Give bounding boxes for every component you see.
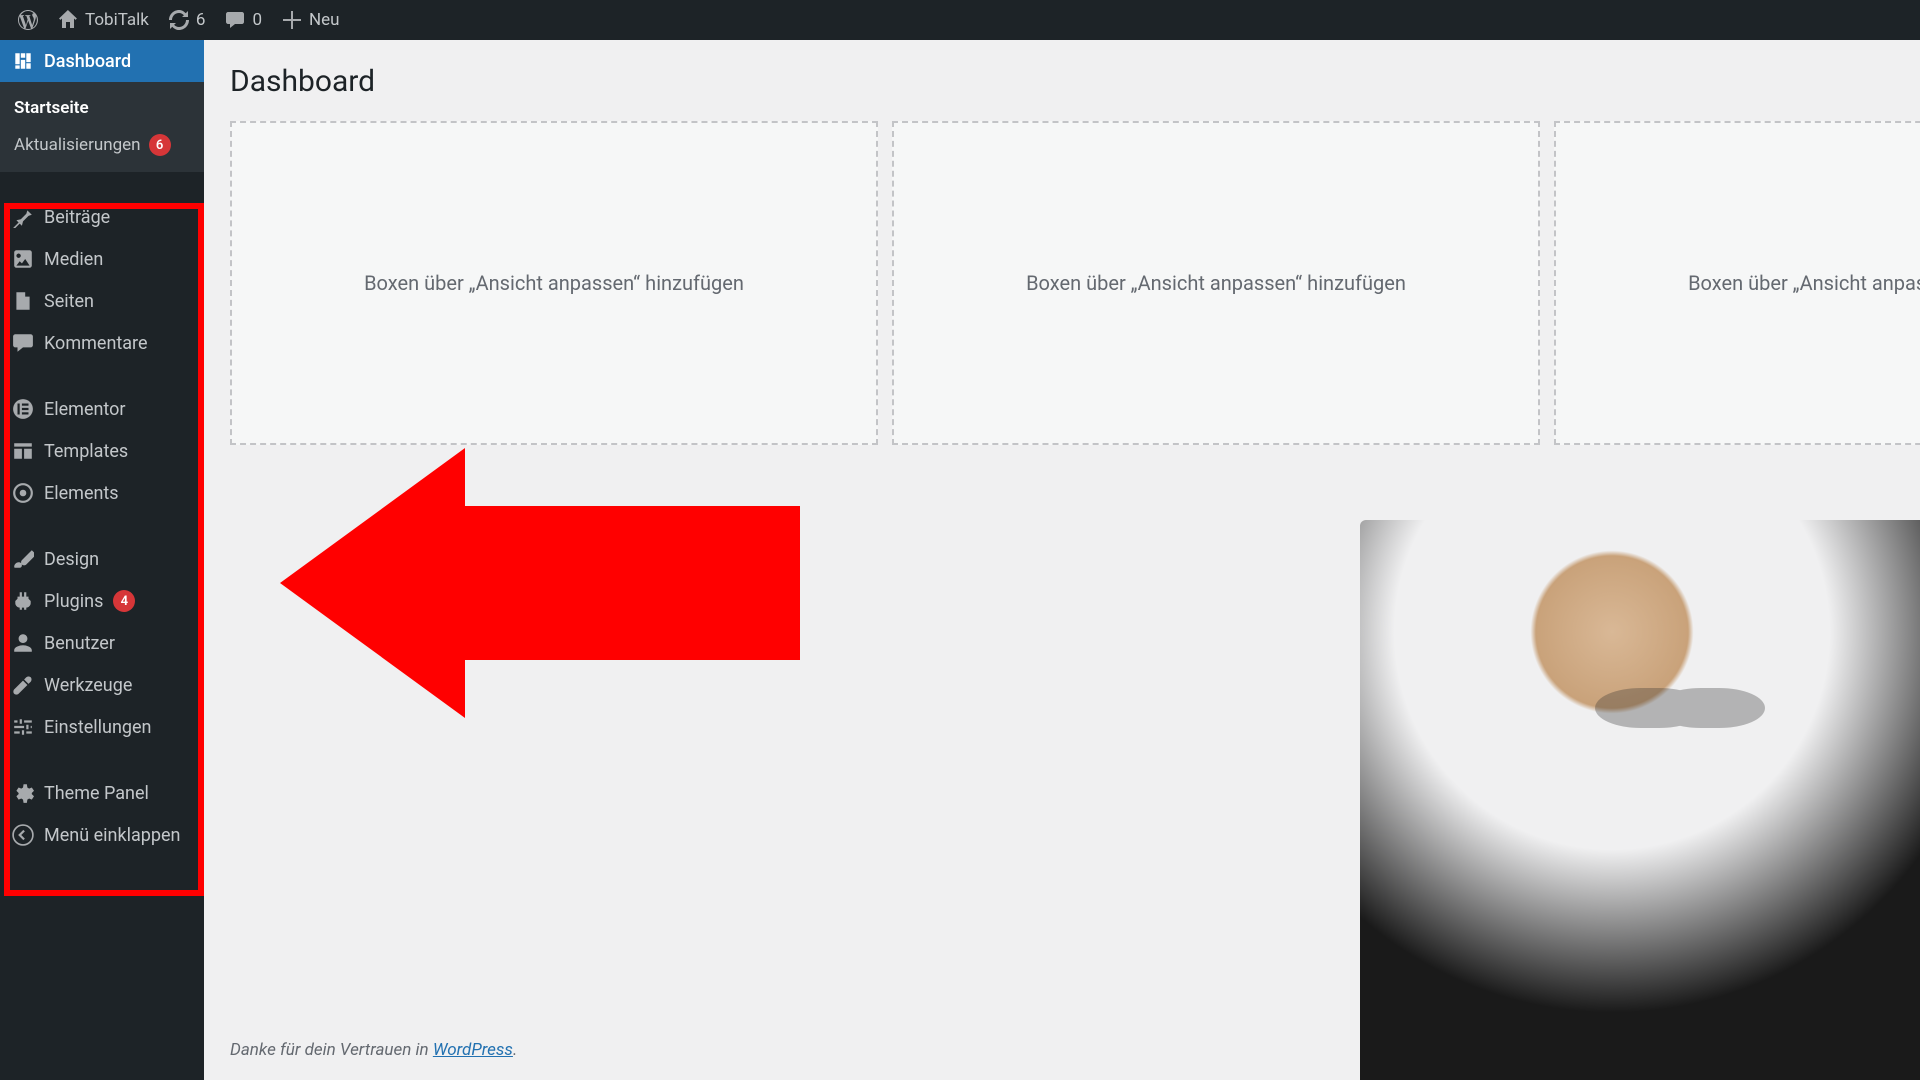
elementor-icon bbox=[12, 398, 34, 420]
wordpress-logo-menu[interactable] bbox=[8, 0, 48, 40]
plugins-badge: 4 bbox=[113, 590, 135, 612]
collapse-icon bbox=[12, 824, 34, 846]
menu-dashboard-label: Dashboard bbox=[44, 51, 131, 72]
comments-menu[interactable]: 0 bbox=[215, 0, 272, 40]
media-icon bbox=[12, 248, 34, 270]
sliders-icon bbox=[12, 716, 34, 738]
menu-comments[interactable]: Kommentare bbox=[0, 322, 204, 364]
comment-icon bbox=[225, 10, 245, 30]
refresh-icon bbox=[169, 10, 189, 30]
admin-bar: TobiTalk 6 0 Neu bbox=[0, 0, 1920, 40]
menu-posts[interactable]: Beiträge bbox=[0, 196, 204, 238]
menu-plugins[interactable]: Plugins 4 bbox=[0, 580, 204, 622]
plug-icon bbox=[12, 590, 34, 612]
dashboard-widget-boxes: Boxen über „Ansicht anpassen“ hinzufügen… bbox=[230, 121, 1894, 445]
empty-widget-box-3[interactable]: Boxen über „Ansicht anpassen“ hinzufügen bbox=[1554, 121, 1920, 445]
menu-elements[interactable]: Elements bbox=[0, 472, 204, 514]
red-arrow-annotation bbox=[280, 448, 800, 718]
submenu-updates[interactable]: Aktualisierungen 6 bbox=[0, 126, 204, 164]
menu-settings[interactable]: Einstellungen bbox=[0, 706, 204, 748]
menu-design[interactable]: Design bbox=[0, 538, 204, 580]
footer-suffix: . bbox=[513, 1040, 517, 1060]
templates-icon bbox=[12, 440, 34, 462]
empty-widget-box-2[interactable]: Boxen über „Ansicht anpassen“ hinzufügen bbox=[892, 121, 1540, 445]
elements-icon bbox=[12, 482, 34, 504]
gear-icon bbox=[12, 782, 34, 804]
submenu-home[interactable]: Startseite bbox=[0, 90, 204, 126]
dashboard-submenu: Startseite Aktualisierungen 6 bbox=[0, 82, 204, 172]
comments-count: 0 bbox=[252, 10, 262, 30]
empty-widget-box-1[interactable]: Boxen über „Ansicht anpassen“ hinzufügen bbox=[230, 121, 878, 445]
menu-tools[interactable]: Werkzeuge bbox=[0, 664, 204, 706]
site-name-label: TobiTalk bbox=[85, 10, 149, 30]
user-icon bbox=[12, 632, 34, 654]
menu-theme-panel[interactable]: Theme Panel bbox=[0, 772, 204, 814]
footer-wordpress-link[interactable]: WordPress bbox=[433, 1040, 513, 1060]
plus-icon bbox=[282, 10, 302, 30]
home-icon bbox=[58, 10, 78, 30]
new-label: Neu bbox=[309, 10, 340, 30]
wordpress-icon bbox=[18, 10, 38, 30]
menu-templates[interactable]: Templates bbox=[0, 430, 204, 472]
updates-badge: 6 bbox=[149, 134, 171, 156]
menu-pages[interactable]: Seiten bbox=[0, 280, 204, 322]
site-name-menu[interactable]: TobiTalk bbox=[48, 0, 159, 40]
new-content-menu[interactable]: Neu bbox=[272, 0, 350, 40]
dashboard-icon bbox=[12, 50, 34, 72]
footer: Danke für dein Vertrauen in WordPress. bbox=[230, 1040, 517, 1060]
updates-count: 6 bbox=[196, 10, 206, 30]
updates-menu[interactable]: 6 bbox=[159, 0, 216, 40]
page-title: Dashboard bbox=[230, 64, 1894, 99]
menu-media[interactable]: Medien bbox=[0, 238, 204, 280]
comments-icon bbox=[12, 332, 34, 354]
menu-users[interactable]: Benutzer bbox=[0, 622, 204, 664]
page-icon bbox=[12, 290, 34, 312]
menu-collapse[interactable]: Menü einklappen bbox=[0, 814, 204, 856]
presenter-webcam-overlay bbox=[1360, 520, 1920, 1080]
brush-icon bbox=[12, 548, 34, 570]
wrench-icon bbox=[12, 674, 34, 696]
menu-dashboard[interactable]: Dashboard bbox=[0, 40, 204, 82]
admin-sidebar: Dashboard Startseite Aktualisierungen 6 … bbox=[0, 40, 204, 1080]
footer-prefix: Danke für dein Vertrauen in bbox=[230, 1040, 433, 1060]
menu-elementor[interactable]: Elementor bbox=[0, 388, 204, 430]
pin-icon bbox=[12, 206, 34, 228]
